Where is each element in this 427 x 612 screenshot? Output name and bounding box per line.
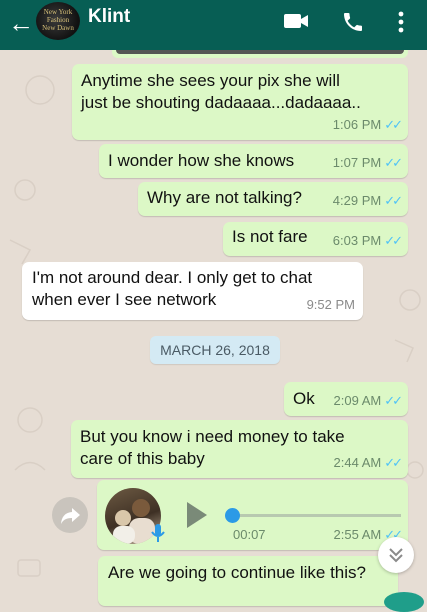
message-meta: 1:07 PM ✓✓ [332, 152, 403, 174]
message-text: Why are not talking? [147, 188, 302, 207]
outgoing-message[interactable]: I wonder how she knows 1:07 PM ✓✓ [99, 144, 408, 178]
read-ticks-icon: ✓✓ [384, 193, 403, 208]
outgoing-message[interactable]: Anytime she sees your pix she will just … [72, 64, 408, 140]
message-time: 1:07 PM [332, 155, 382, 170]
read-ticks-icon: ✓✓ [384, 155, 403, 170]
message-text: I wonder how she knows [108, 151, 295, 170]
message-text: Are we going to continue like this? [108, 563, 366, 582]
avatar-text-line: New York [43, 8, 73, 16]
incoming-message[interactable]: I'm not around dear. I only get to chat … [22, 262, 363, 320]
scroll-to-bottom-button[interactable] [378, 537, 414, 573]
arrow-left-icon[interactable]: ← [8, 9, 34, 37]
message-time: 2:55 AM [333, 527, 382, 542]
forward-button[interactable] [52, 497, 88, 533]
outgoing-message[interactable]: Ok 2:09 AM ✓✓ [284, 382, 408, 416]
message-meta: 6:03 PM ✓✓ [332, 230, 403, 252]
phone-call-icon[interactable] [341, 10, 365, 34]
message-text-line: when ever I see network [32, 290, 217, 309]
read-ticks-icon: ✓✓ [384, 455, 403, 470]
message-text: But you know i need money to take care o… [80, 426, 345, 470]
message-time: 9:52 PM [306, 297, 355, 312]
message-time: 1:06 PM [332, 117, 382, 132]
outgoing-message[interactable]: Are we going to continue like this? [98, 556, 398, 606]
message-time: 2:09 AM [333, 393, 382, 408]
avatar[interactable]: New York Fashion New Dawn [36, 2, 80, 40]
date-separator: MARCH 26, 2018 [150, 336, 280, 364]
message-meta: 2:44 AM ✓✓ [333, 452, 403, 474]
audio-progress-track[interactable] [229, 514, 401, 517]
play-icon[interactable] [181, 498, 211, 532]
more-vertical-icon[interactable] [394, 10, 408, 34]
message-text-line: Anytime she sees your pix she will [81, 71, 340, 90]
message-meta: 2:09 AM ✓✓ [333, 390, 403, 412]
outgoing-message[interactable]: But you know i need money to take care o… [71, 420, 408, 478]
outgoing-message[interactable]: Why are not talking? 4:29 PM ✓✓ [138, 182, 408, 216]
contact-name[interactable]: Klint [88, 6, 130, 28]
audio-seek-handle[interactable] [225, 508, 240, 523]
read-ticks-icon: ✓✓ [384, 393, 403, 408]
message-text: Ok [293, 389, 315, 408]
message-meta: 1:06 PM ✓✓ [332, 114, 403, 136]
message-time: 2:44 AM [333, 455, 382, 470]
read-ticks-icon: ✓✓ [384, 117, 403, 132]
message-text-line: I'm not around dear. I only get to chat [32, 268, 313, 287]
message-text-line: But you know i need money to take [80, 427, 345, 446]
chat-header: ← New York Fashion New Dawn Klint [0, 0, 427, 50]
video-call-icon[interactable] [282, 10, 310, 32]
avatar-text-line: New Dawn [42, 24, 74, 32]
forward-icon [61, 508, 80, 524]
message-time: 6:03 PM [332, 233, 382, 248]
message-text-line: just be shouting dadaaaa...dadaaaa.. [81, 93, 361, 112]
message-text: I'm not around dear. I only get to chat … [32, 267, 312, 311]
read-ticks-icon: ✓✓ [384, 233, 403, 248]
chevron-double-down-icon [389, 548, 403, 563]
voice-message[interactable]: 00:07 2:55 AM ✓✓ [97, 480, 408, 550]
audio-duration: 00:07 [233, 527, 266, 542]
message-meta: 4:29 PM ✓✓ [332, 190, 403, 212]
avatar-text-line: Fashion [46, 16, 70, 24]
message-text-line: care of this baby [80, 449, 205, 468]
message-text: Is not fare [232, 227, 308, 246]
fab-button[interactable] [384, 592, 424, 612]
outgoing-message[interactable]: Is not fare 6:03 PM ✓✓ [223, 222, 408, 256]
message-text: Anytime she sees your pix she will just … [81, 70, 361, 114]
microphone-icon [151, 524, 165, 542]
message-time: 4:29 PM [332, 193, 382, 208]
